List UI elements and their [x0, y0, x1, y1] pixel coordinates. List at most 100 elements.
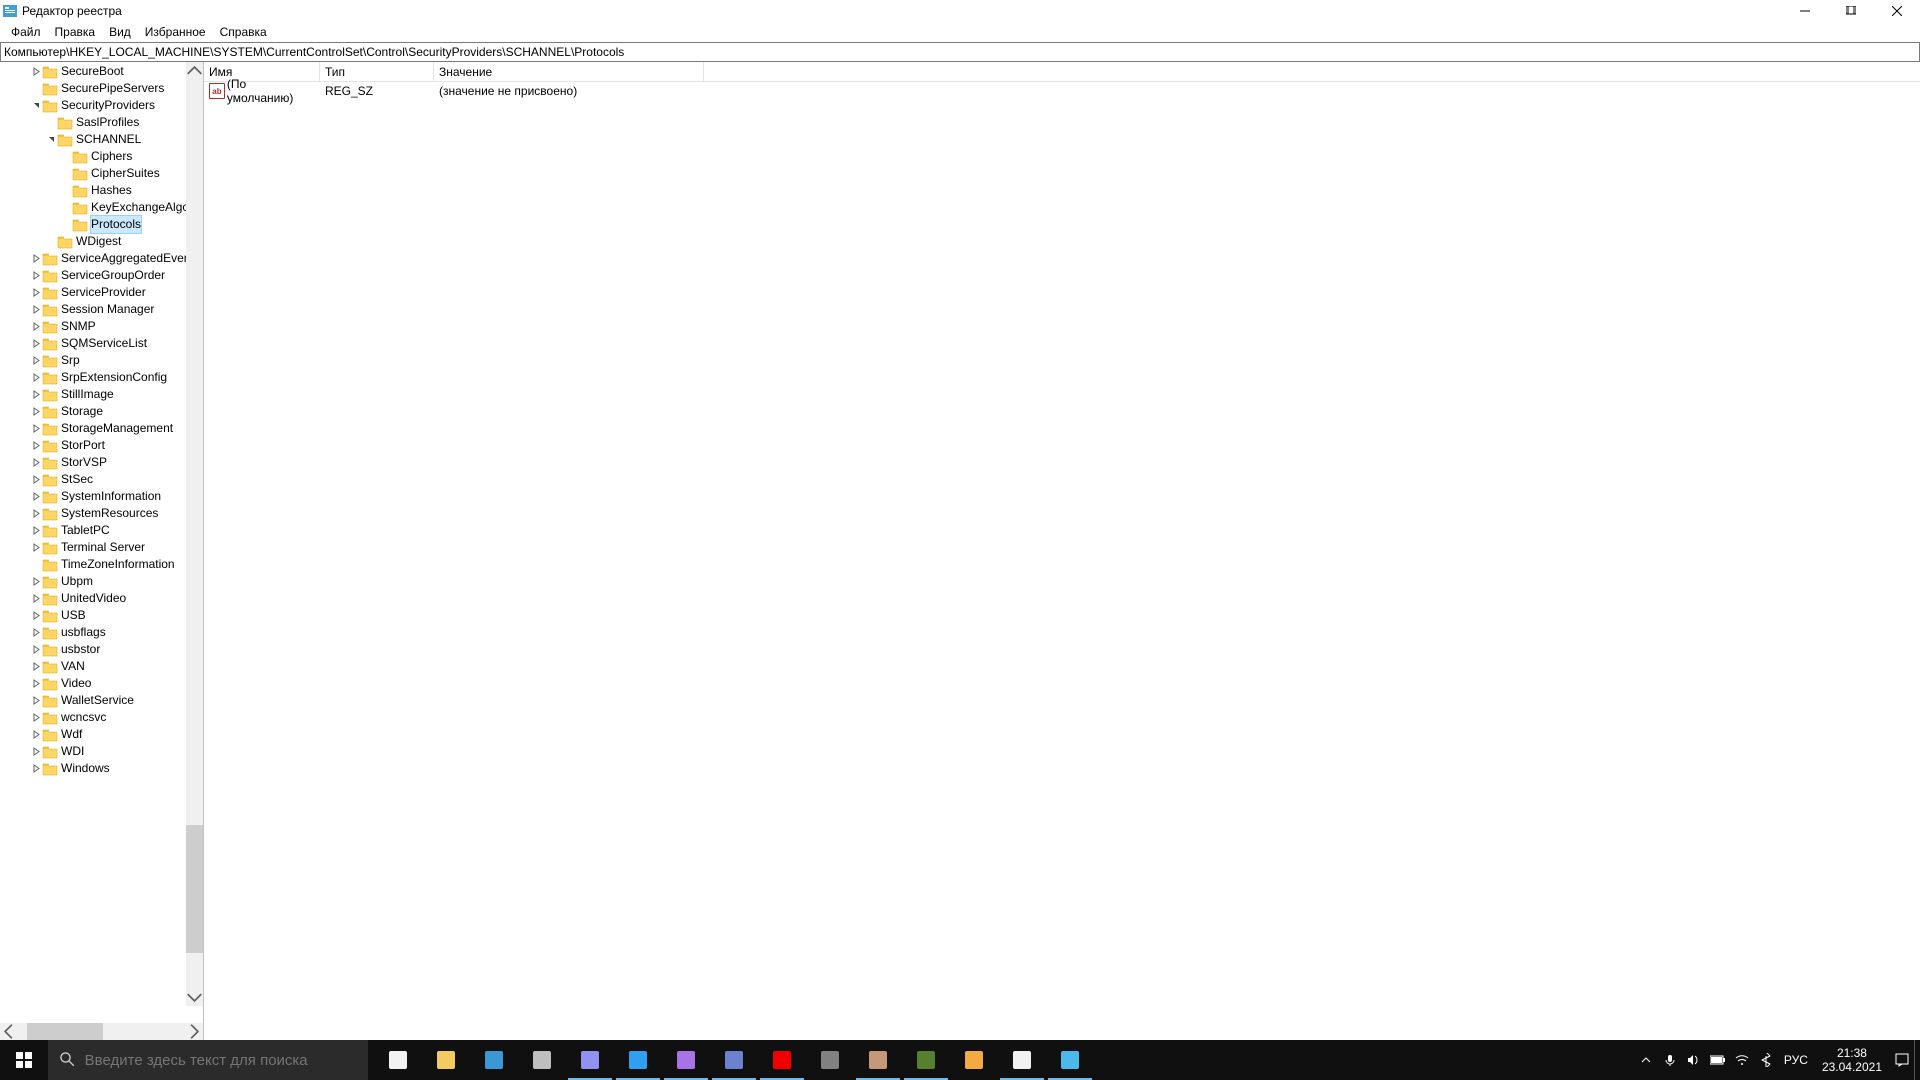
chevron-right-icon[interactable]	[30, 508, 42, 520]
tree-item[interactable]: UnitedVideo	[0, 590, 203, 607]
tray-wifi-icon[interactable]	[1730, 1040, 1754, 1080]
col-type[interactable]: Тип	[320, 62, 434, 81]
task-manager-icon[interactable]	[470, 1040, 518, 1080]
tree-item[interactable]: SrpExtensionConfig	[0, 369, 203, 386]
list-body[interactable]: (По умолчанию)REG_SZ(значение не присвое…	[204, 82, 1920, 100]
chevron-right-icon[interactable]	[30, 712, 42, 724]
chevron-right-icon[interactable]	[30, 644, 42, 656]
app-n-icon[interactable]	[806, 1040, 854, 1080]
tree-item[interactable]: ServiceAggregatedEven	[0, 250, 203, 267]
tree-item[interactable]: StorVSP	[0, 454, 203, 471]
menu-help[interactable]: Справка	[213, 23, 274, 41]
chevron-right-icon[interactable]	[30, 525, 42, 537]
chevron-down-icon[interactable]	[45, 134, 57, 146]
tree-item[interactable]: SNMP	[0, 318, 203, 335]
chevron-right-icon[interactable]	[30, 491, 42, 503]
chevron-right-icon[interactable]	[30, 423, 42, 435]
file-explorer-icon[interactable]	[422, 1040, 470, 1080]
tree-item[interactable]: WalletService	[0, 692, 203, 709]
chevron-right-icon[interactable]	[30, 321, 42, 333]
chevron-right-icon[interactable]	[30, 610, 42, 622]
chevron-right-icon[interactable]	[30, 593, 42, 605]
tree-item[interactable]: Storage	[0, 403, 203, 420]
col-value[interactable]: Значение	[434, 62, 704, 81]
tree-item[interactable]: Ciphers	[0, 148, 203, 165]
tray-battery-icon[interactable]	[1706, 1040, 1730, 1080]
show-desktop-button[interactable]	[1914, 1040, 1920, 1080]
tray-chevron-up-icon[interactable]	[1634, 1040, 1658, 1080]
tree-item[interactable]: SystemResources	[0, 505, 203, 522]
tree-item[interactable]: Hashes	[0, 182, 203, 199]
tray-language[interactable]: РУС	[1778, 1053, 1814, 1067]
tree-item[interactable]: wcncsvc	[0, 709, 203, 726]
chevron-right-icon[interactable]	[30, 338, 42, 350]
tree-item[interactable]: SQMServiceList	[0, 335, 203, 352]
address-bar[interactable]	[0, 42, 1920, 62]
tree-item[interactable]: CipherSuites	[0, 165, 203, 182]
chevron-right-icon[interactable]	[30, 678, 42, 690]
after-effects-icon[interactable]	[566, 1040, 614, 1080]
menu-view[interactable]: Вид	[102, 23, 138, 41]
memu-icon[interactable]	[950, 1040, 998, 1080]
tree-item[interactable]: Wdf	[0, 726, 203, 743]
chevron-right-icon[interactable]	[30, 695, 42, 707]
minimize-button[interactable]	[1782, 0, 1828, 22]
registry-tree[interactable]: SecureBootSecurePipeServersSecurityProvi…	[0, 62, 203, 777]
tree-item[interactable]: TabletPC	[0, 522, 203, 539]
tree-item[interactable]: USB	[0, 607, 203, 624]
chevron-right-icon[interactable]	[30, 627, 42, 639]
minecraft-icon[interactable]	[902, 1040, 950, 1080]
tree-item[interactable]: VAN	[0, 658, 203, 675]
taskbar-search-input[interactable]	[85, 1052, 356, 1069]
tree-item[interactable]: usbstor	[0, 641, 203, 658]
scroll-thumb-h[interactable]	[27, 1023, 103, 1040]
tree-item[interactable]: Session Manager	[0, 301, 203, 318]
chevron-right-icon[interactable]	[30, 661, 42, 673]
tree-item[interactable]: StSec	[0, 471, 203, 488]
tree-item[interactable]: Windows	[0, 760, 203, 777]
taskbar-search[interactable]	[48, 1040, 368, 1080]
tray-clock[interactable]: 21:38 23.04.2021	[1814, 1046, 1890, 1074]
tree-item[interactable]: Srp	[0, 352, 203, 369]
chevron-right-icon[interactable]	[30, 474, 42, 486]
photoshop-icon[interactable]	[614, 1040, 662, 1080]
chevron-right-icon[interactable]	[30, 763, 42, 775]
start-button[interactable]	[0, 1040, 48, 1080]
tray-microphone-icon[interactable]	[1658, 1040, 1682, 1080]
chevron-right-icon[interactable]	[30, 406, 42, 418]
yandex-browser-icon[interactable]	[758, 1040, 806, 1080]
scroll-up-icon[interactable]	[186, 62, 203, 79]
tree-item[interactable]: WDI	[0, 743, 203, 760]
tree-item[interactable]: Ubpm	[0, 573, 203, 590]
chevron-right-icon[interactable]	[30, 355, 42, 367]
tree-item[interactable]: ServiceGroupOrder	[0, 267, 203, 284]
chevron-right-icon[interactable]	[30, 542, 42, 554]
tree-item[interactable]: SystemInformation	[0, 488, 203, 505]
chevron-right-icon[interactable]	[30, 746, 42, 758]
tree-item[interactable]: StillImage	[0, 386, 203, 403]
tree-item[interactable]: SecurityProviders	[0, 97, 203, 114]
chevron-right-icon[interactable]	[30, 457, 42, 469]
tree-horizontal-scrollbar[interactable]	[0, 1023, 203, 1040]
tree-item[interactable]: Protocols	[0, 216, 203, 233]
scroll-down-icon[interactable]	[186, 989, 203, 1006]
chevron-right-icon[interactable]	[30, 372, 42, 384]
task-view-icon[interactable]	[374, 1040, 422, 1080]
chevron-right-icon[interactable]	[30, 270, 42, 282]
menu-favorites[interactable]: Избранное	[138, 23, 213, 41]
scroll-thumb[interactable]	[186, 825, 203, 952]
tree-item[interactable]: ServiceProvider	[0, 284, 203, 301]
regedit-icon[interactable]	[1046, 1040, 1094, 1080]
scroll-left-icon[interactable]	[0, 1023, 17, 1040]
chevron-right-icon[interactable]	[30, 576, 42, 588]
tree-item[interactable]: SecureBoot	[0, 63, 203, 80]
chevron-right-icon[interactable]	[30, 440, 42, 452]
chevron-right-icon[interactable]	[30, 287, 42, 299]
maximize-button[interactable]	[1828, 0, 1874, 22]
discord-icon[interactable]	[710, 1040, 758, 1080]
tray-notifications-icon[interactable]	[1890, 1040, 1914, 1080]
tree-item[interactable]: Video	[0, 675, 203, 692]
tree-item[interactable]: TimeZoneInformation	[0, 556, 203, 573]
video-editor-icon[interactable]	[518, 1040, 566, 1080]
chevron-down-icon[interactable]	[30, 100, 42, 112]
